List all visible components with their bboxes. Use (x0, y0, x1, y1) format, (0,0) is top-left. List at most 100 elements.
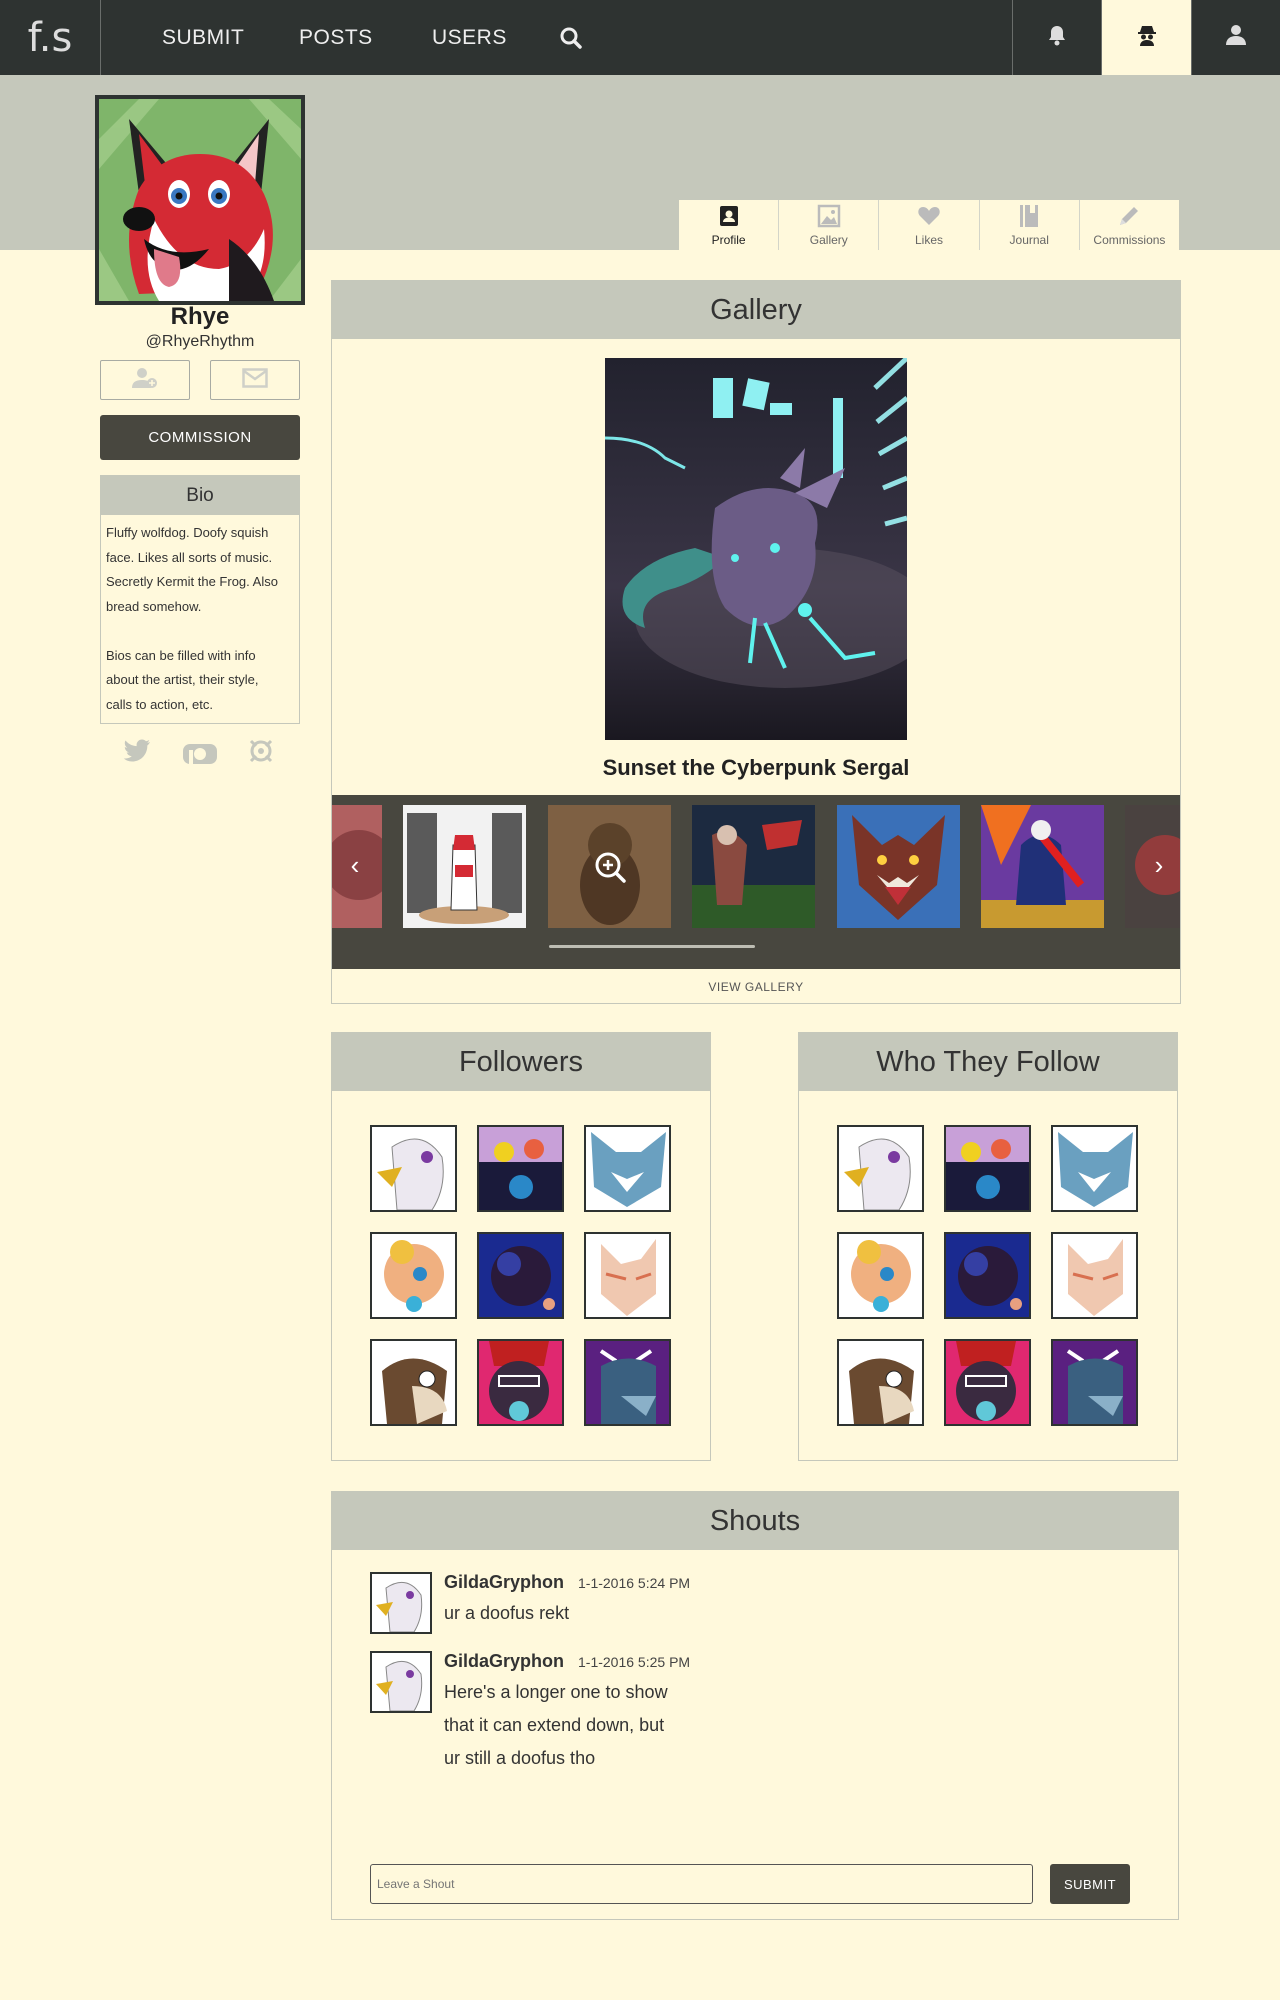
shout-message-line: ur still a doofus tho (444, 1748, 596, 1768)
gallery-thumbnail[interactable] (692, 805, 815, 928)
shout-username[interactable]: GildaGryphon (444, 1572, 564, 1593)
following-panel: Who They Follow (798, 1032, 1178, 1461)
bio-line: Fluffy wolfdog. Doofy squish (106, 525, 269, 540)
incognito-icon (1136, 24, 1158, 51)
follower-avatar[interactable] (477, 1125, 564, 1212)
shout-timestamp: 1-1-2016 5:25 PM (578, 1654, 691, 1670)
bio-box: Bio Fluffy wolfdog. Doofy squish face. L… (100, 475, 300, 724)
tab-label: Commissions (1093, 232, 1166, 247)
shout-avatar[interactable] (370, 1651, 432, 1713)
shouts-panel: Shouts GildaGryphon 1-1-2016 5:24 PM ur … (331, 1491, 1179, 1920)
tab-label: Journal (1009, 232, 1049, 247)
followers-panel: Followers (331, 1032, 711, 1461)
following-avatar[interactable] (1051, 1339, 1138, 1426)
shout-message: Here's a longer one to show that it can … (444, 1676, 704, 1775)
bio-text: Fluffy wolfdog. Doofy squish face. Likes… (101, 515, 299, 723)
following-avatar[interactable] (837, 1339, 924, 1426)
follower-avatar[interactable] (477, 1339, 564, 1426)
profile-tabs: Profile Gallery Likes Journal Commission… (678, 199, 1180, 250)
pencil-icon (1117, 204, 1141, 231)
add-user-icon (132, 367, 158, 394)
nav-users[interactable]: USERS (432, 0, 507, 75)
follow-button[interactable] (100, 360, 190, 400)
bio-line: Bios can be filled with info (106, 647, 256, 663)
tab-profile[interactable]: Profile (679, 200, 778, 250)
shout-input[interactable] (370, 1864, 1033, 1904)
nav-posts[interactable]: POSTS (299, 0, 373, 75)
shout-message: ur a doofus rekt (444, 1597, 704, 1630)
deviantart-icon[interactable] (248, 738, 278, 764)
image-icon (817, 204, 841, 231)
gallery-thumbnail[interactable] (837, 805, 960, 928)
following-avatar[interactable] (1051, 1125, 1138, 1212)
tab-label: Gallery (809, 232, 848, 247)
following-avatar[interactable] (837, 1232, 924, 1319)
tab-likes[interactable]: Likes (878, 200, 978, 250)
message-button[interactable] (210, 360, 300, 400)
follower-avatar[interactable] (370, 1125, 457, 1212)
book-icon (1017, 204, 1041, 231)
shout-message-line: Here's a longer one to show (444, 1682, 668, 1702)
follower-avatar[interactable] (370, 1232, 457, 1319)
user-icon (1226, 24, 1246, 51)
profile-handle: @RhyeRhythm (145, 333, 255, 350)
search-icon[interactable] (555, 22, 587, 54)
following-avatar[interactable] (944, 1125, 1031, 1212)
tab-gallery[interactable]: Gallery (778, 200, 878, 250)
shout-avatar[interactable] (370, 1572, 432, 1634)
twitter-icon[interactable] (122, 738, 152, 764)
account-button[interactable] (1191, 0, 1280, 75)
shout-message-line: ur a doofus rekt (444, 1603, 570, 1623)
gallery-carousel: ‹ › (332, 795, 1180, 969)
incognito-button[interactable] (1101, 0, 1191, 75)
followers-title: Followers (332, 1033, 710, 1091)
shout-item: GildaGryphon 1-1-2016 5:24 PM ur a doofu… (370, 1572, 1130, 1642)
top-navbar: f.s SUBMIT POSTS USERS (0, 0, 1280, 75)
following-avatar[interactable] (944, 1232, 1031, 1319)
view-gallery-link[interactable]: VIEW GALLERY (332, 969, 1180, 1005)
site-logo[interactable]: f.s (0, 0, 101, 75)
bio-line: bread somehow. (106, 598, 202, 614)
profile-card-icon (717, 204, 741, 231)
gallery-thumbnail[interactable] (403, 805, 526, 928)
featured-artwork[interactable] (605, 358, 907, 740)
featured-title[interactable]: Sunset the Cyberpunk Sergal (332, 755, 1180, 781)
follower-avatar[interactable] (584, 1125, 671, 1212)
follower-avatar[interactable] (370, 1339, 457, 1426)
shout-timestamp: 1-1-2016 5:24 PM (578, 1575, 691, 1591)
tab-label: Profile (711, 232, 746, 247)
bio-line: Secretly Kermit the Frog. Also (106, 574, 278, 589)
bio-line: about the artist, their style, (106, 672, 259, 687)
carousel-prev-button[interactable]: ‹ (340, 845, 370, 885)
commission-button[interactable]: COMMISSION (100, 415, 300, 460)
bio-line: calls to action, etc. (106, 696, 213, 712)
follower-avatar[interactable] (584, 1339, 671, 1426)
bell-icon (1047, 24, 1067, 51)
following-avatar[interactable] (944, 1339, 1031, 1426)
bio-line: face. Likes all sorts of music. (106, 549, 273, 565)
chevron-left-icon: ‹ (350, 849, 360, 880)
follower-avatar[interactable] (584, 1232, 671, 1319)
notifications-button[interactable] (1012, 0, 1101, 75)
gallery-panel: Gallery Sunset the Cyberpunk Sergal ‹ › … (331, 280, 1181, 1004)
gallery-title: Gallery (332, 281, 1180, 339)
carousel-next-button[interactable]: › (1144, 845, 1174, 885)
gallery-thumbnail[interactable] (981, 805, 1104, 928)
shout-message-line: that it can extend down, but (444, 1715, 665, 1735)
tab-label: Likes (915, 232, 944, 247)
carousel-scrollbar[interactable] (549, 945, 755, 948)
following-avatar[interactable] (1051, 1232, 1138, 1319)
shout-submit-button[interactable]: SUBMIT (1050, 1864, 1130, 1904)
follower-avatar[interactable] (477, 1232, 564, 1319)
tab-commissions[interactable]: Commissions (1078, 200, 1179, 250)
nav-submit[interactable]: SUBMIT (162, 0, 244, 75)
tab-journal[interactable]: Journal (978, 200, 1079, 250)
bio-title: Bio (101, 476, 299, 515)
shouts-title: Shouts (332, 1492, 1178, 1550)
shout-item: GildaGryphon 1-1-2016 5:25 PM Here's a l… (370, 1651, 1130, 1791)
gallery-thumbnail[interactable] (548, 805, 671, 928)
chevron-right-icon: › (1154, 849, 1164, 880)
following-avatar[interactable] (837, 1125, 924, 1212)
patreon-icon[interactable] (183, 738, 217, 764)
shout-username[interactable]: GildaGryphon (444, 1651, 564, 1672)
